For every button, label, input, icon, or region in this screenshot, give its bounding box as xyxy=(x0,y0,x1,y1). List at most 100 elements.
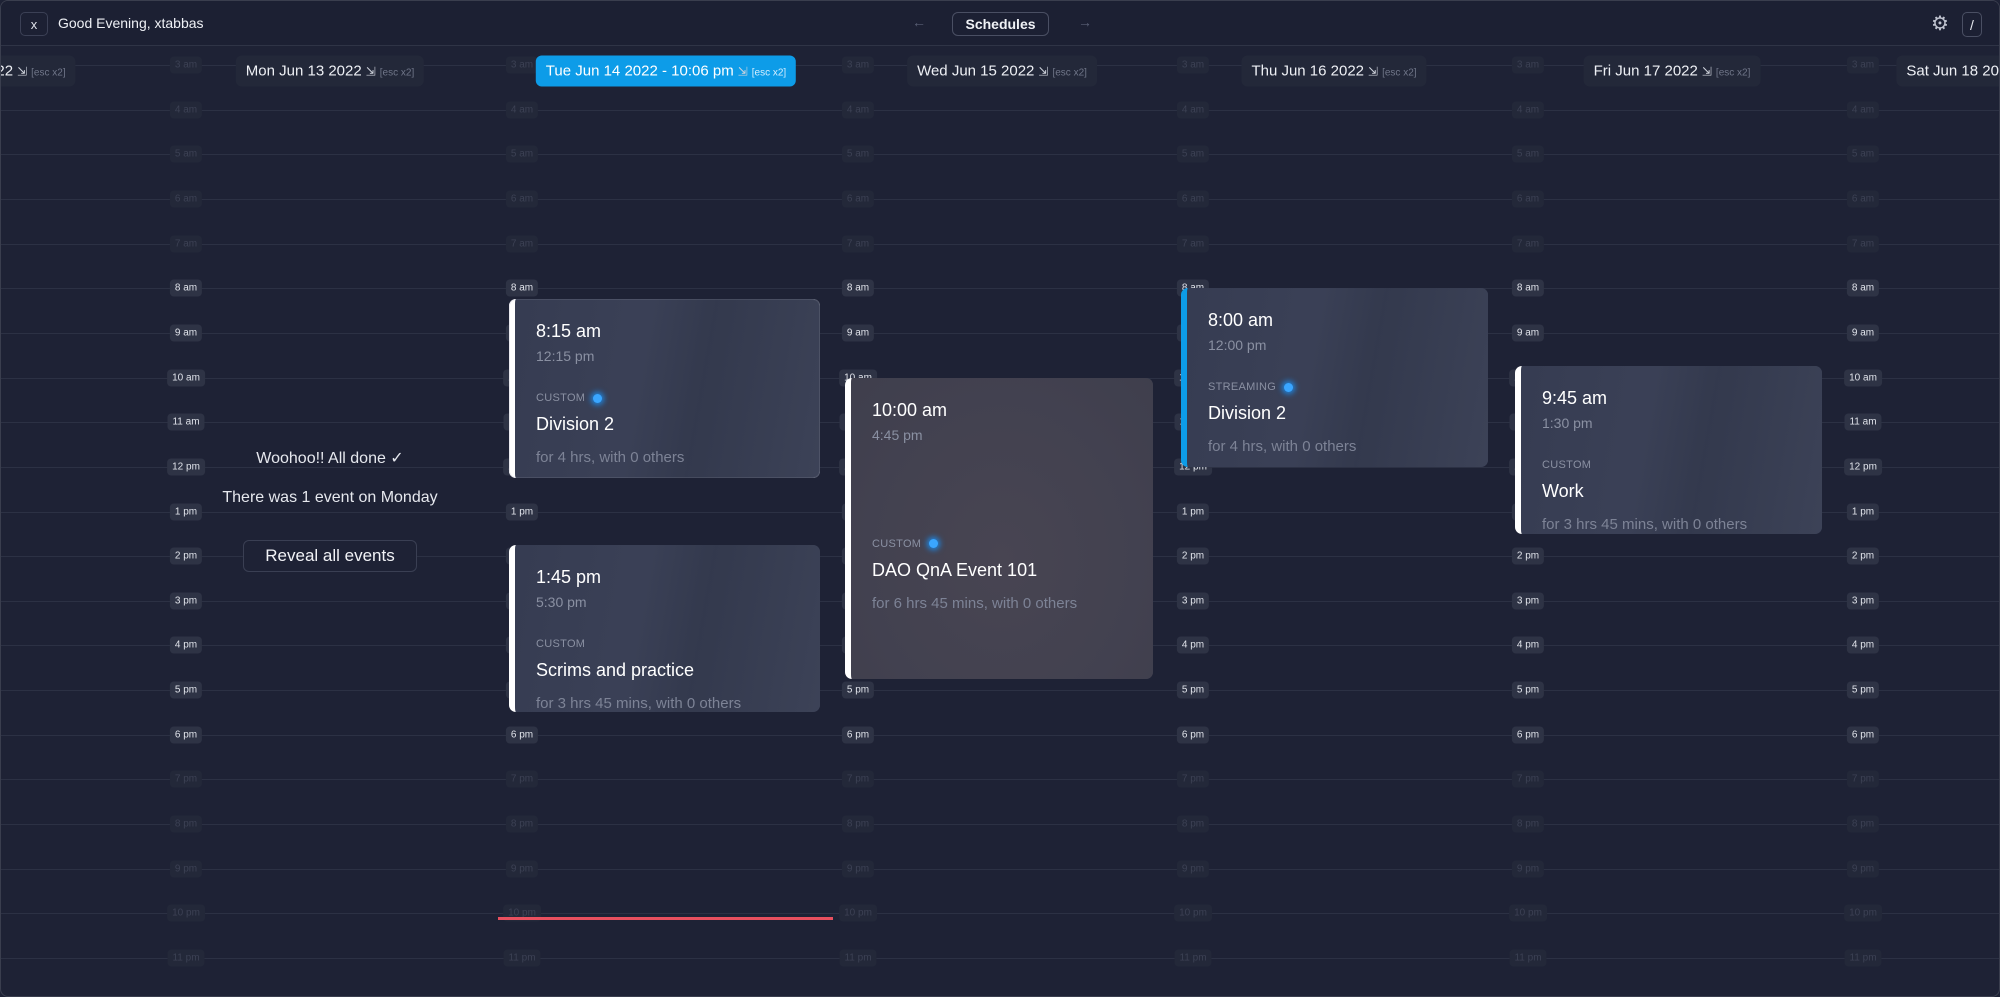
day-header[interactable]: Mon Jun 13 2022 ⇲ [esc x2] xyxy=(235,55,425,87)
event-card[interactable]: 10:00 am 4:45 pm CUSTOM DAO QnA Event 10… xyxy=(845,377,1153,679)
hour-label: 9 am xyxy=(169,324,203,342)
hour-gridline xyxy=(1,913,1999,915)
event-end: 12:00 pm xyxy=(1208,337,1267,354)
live-dot-icon xyxy=(593,393,603,403)
day-title: Thu Jun 16 2022 xyxy=(1251,62,1365,80)
hour-label: 3 pm xyxy=(1176,592,1210,610)
day-header[interactable]: Thu Jun 16 2022 ⇲ [esc x2] xyxy=(1241,55,1427,87)
event-start: 8:00 am xyxy=(1208,310,1274,331)
day-title: Fri Jun 17 2022 xyxy=(1593,62,1698,80)
hour-gridline xyxy=(1,288,1999,290)
all-done-message: Woohoo!! All done ✓ xyxy=(256,450,404,467)
hour-label: 9 am xyxy=(1846,324,1880,342)
hour-label: 4 am xyxy=(1846,101,1880,119)
hour-label: 7 am xyxy=(841,235,875,253)
day-header[interactable]: Wed Jun 15 2022 ⇲ [esc x2] xyxy=(907,55,1097,87)
day-header[interactable]: Fri Jun 17 2022 ⇲ [esc x2] xyxy=(1583,55,1761,87)
event-type-label: CUSTOM xyxy=(536,637,586,650)
hour-label: 3 pm xyxy=(1846,592,1880,610)
hour-label: 9 pm xyxy=(1511,860,1545,878)
hour-label: 10 pm xyxy=(1174,904,1212,922)
event-title: Scrims and practice xyxy=(536,659,695,680)
hour-label: 7 pm xyxy=(841,770,875,788)
event-card[interactable]: 1:45 pm 5:30 pm CUSTOM Scrims and practi… xyxy=(509,544,820,713)
event-type: CUSTOM xyxy=(872,538,1143,550)
hour-label: 9 pm xyxy=(1176,860,1210,878)
hour-label: 8 am xyxy=(1846,279,1880,297)
collapse-icon[interactable]: ⇲ xyxy=(1702,65,1712,79)
hour-label: 11 pm xyxy=(503,949,541,967)
collapse-icon[interactable]: ⇲ xyxy=(17,65,27,79)
esc-hint: [esc x2] xyxy=(1715,67,1751,79)
hour-gridline xyxy=(1,154,1999,156)
hour-gridline xyxy=(1,958,1999,959)
hour-label: 3 am xyxy=(1846,56,1880,74)
collapse-icon[interactable]: ⇲ xyxy=(366,65,376,79)
hour-label: 4 am xyxy=(169,101,203,119)
event-card[interactable]: 8:00 am 12:00 pm STREAMING Division 2 fo… xyxy=(1181,288,1488,467)
hour-label: 7 pm xyxy=(1846,770,1880,788)
hour-gridline xyxy=(1,198,1999,200)
close-button[interactable]: x xyxy=(20,12,48,36)
hour-label: 2 pm xyxy=(1511,547,1545,565)
prev-arrow-icon[interactable]: ← xyxy=(912,14,926,30)
greeting: Good Evening, xtabbas xyxy=(58,15,204,31)
collapse-icon[interactable]: ⇲ xyxy=(1368,65,1378,79)
hour-label: 6 pm xyxy=(1511,726,1545,744)
hour-label: 5 am xyxy=(505,145,539,163)
day-header[interactable]: 22⇲ [esc x2] xyxy=(1,55,76,87)
next-arrow-icon[interactable]: → xyxy=(1078,14,1092,30)
hour-label: 6 am xyxy=(1511,190,1545,208)
collapse-icon[interactable]: ⇲ xyxy=(738,65,748,79)
day-header[interactable]: Sat Jun 18 2022 xyxy=(1896,55,1999,87)
event-end: 5:30 pm xyxy=(536,593,587,610)
hour-label: 3 pm xyxy=(1511,592,1545,610)
event-duration: for 3 hrs 45 mins, with 0 others xyxy=(536,694,742,712)
hour-label: 4 am xyxy=(1511,101,1545,119)
event-title: Work xyxy=(1542,481,1584,502)
hour-label: 7 pm xyxy=(1511,770,1545,788)
collapse-icon[interactable]: ⇲ xyxy=(1038,65,1048,79)
hour-label: 11 am xyxy=(167,413,205,431)
hour-label: 5 am xyxy=(169,145,203,163)
event-duration: for 3 hrs 45 mins, with 0 others xyxy=(1542,516,1748,534)
top-bar: x Good Evening, xtabbas ← Schedules → ⚙ … xyxy=(1,1,1999,46)
event-duration: for 4 hrs, with 0 others xyxy=(536,449,685,467)
hour-label: 3 am xyxy=(505,56,539,74)
event-end: 4:45 pm xyxy=(872,426,923,443)
reveal-all-events-button[interactable]: Reveal all events xyxy=(243,540,417,572)
esc-hint: [esc x2] xyxy=(379,67,415,79)
event-card[interactable]: 8:15 am 12:15 pm CUSTOM Division 2 for 4… xyxy=(509,299,820,478)
event-type-label: CUSTOM xyxy=(536,392,586,405)
event-type-label: STREAMING xyxy=(1208,381,1277,394)
hour-label: 8 pm xyxy=(1846,815,1880,833)
hour-label: 5 pm xyxy=(1511,681,1545,699)
gear-icon[interactable]: ⚙ xyxy=(1931,14,1951,34)
hour-label: 7 pm xyxy=(505,770,539,788)
hour-label: 7 am xyxy=(1176,235,1210,253)
hour-label: 2 pm xyxy=(1176,547,1210,565)
hour-label: 8 am xyxy=(169,279,203,297)
hour-label: 7 pm xyxy=(169,770,203,788)
hour-label: 5 pm xyxy=(1846,681,1880,699)
event-title: Division 2 xyxy=(536,414,615,435)
event-end: 1:30 pm xyxy=(1542,415,1593,432)
event-card[interactable]: 9:45 am 1:30 pm CUSTOM Work for 3 hrs 45… xyxy=(1515,366,1822,534)
hour-label: 6 pm xyxy=(169,726,203,744)
event-start: 1:45 pm xyxy=(536,566,602,587)
hour-label: 4 pm xyxy=(1846,636,1880,654)
hour-label: 11 pm xyxy=(839,949,877,967)
hour-label: 5 pm xyxy=(169,681,203,699)
hour-label: 12 pm xyxy=(1844,458,1882,476)
hour-label: 2 pm xyxy=(1846,547,1880,565)
day-header[interactable]: Tue Jun 14 2022 - 10:06 pm ⇲ [esc x2] xyxy=(535,55,797,87)
hour-label: 9 pm xyxy=(169,860,203,878)
esc-hint: [esc x2] xyxy=(1382,67,1417,79)
hour-label: 11 am xyxy=(1844,413,1882,431)
schedules-button[interactable]: Schedules xyxy=(952,12,1049,36)
event-duration: for 4 hrs, with 0 others xyxy=(1208,438,1357,456)
command-button[interactable]: / xyxy=(1962,12,1982,37)
hour-label: 5 am xyxy=(1176,145,1210,163)
schedule-app: x Good Evening, xtabbas ← Schedules → ⚙ … xyxy=(0,0,2000,997)
hour-label: 6 pm xyxy=(1176,726,1210,744)
